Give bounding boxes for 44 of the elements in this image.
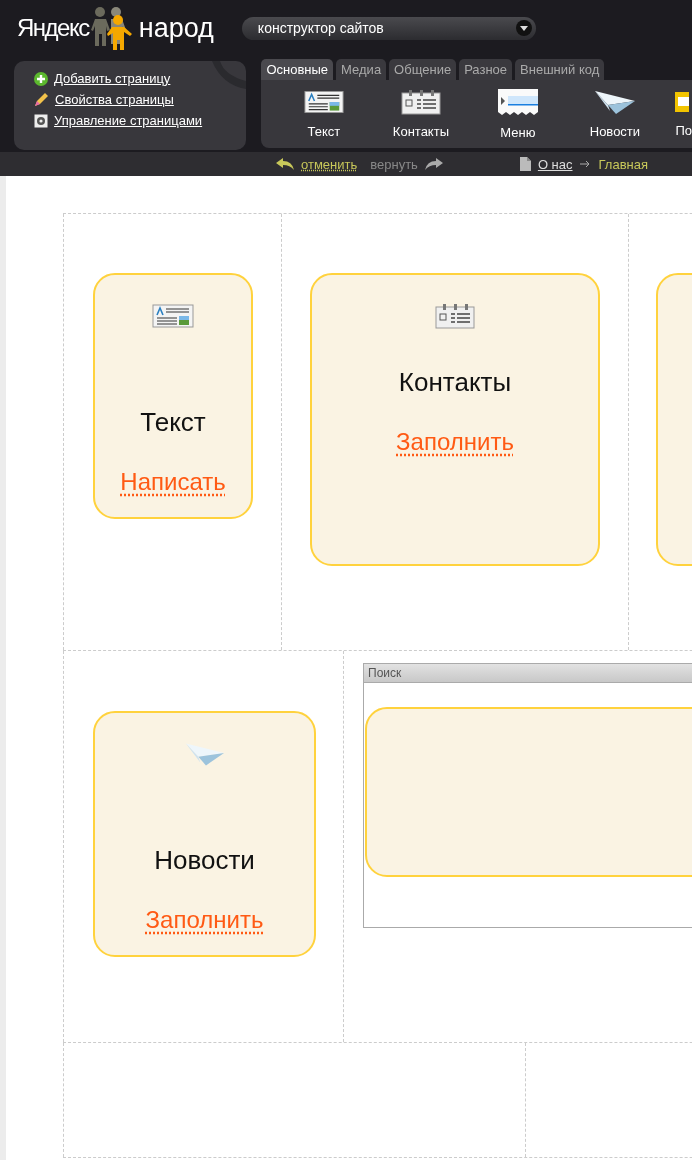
category-tab[interactable]: Медиа (336, 59, 387, 80)
widget-title: Новости (154, 845, 255, 876)
target-page-link[interactable]: Главная (598, 156, 648, 172)
panel-title: Поиск (364, 664, 692, 683)
undo-icon (276, 158, 294, 170)
add-icon (34, 71, 48, 86)
text-document-icon (303, 89, 344, 115)
pencil-icon (34, 92, 49, 107)
page-fold-corner (212, 61, 247, 89)
gear-icon (34, 113, 48, 128)
redo-link[interactable]: вернуть (370, 156, 418, 172)
menu-tab-icon (496, 88, 539, 116)
page-action-link[interactable]: Свойства страницы (55, 92, 174, 107)
widget-tool[interactable]: Контакты (372, 89, 470, 139)
document-icon (519, 157, 531, 171)
widget-tool[interactable]: Меню (469, 88, 567, 140)
redo-icon (424, 158, 443, 170)
page-action-link[interactable]: Управление страницами (54, 113, 203, 128)
widget-tool[interactable]: Текст (275, 89, 373, 139)
widget-card[interactable]: Контакты Заполнить (310, 273, 600, 566)
logo-text: народ (138, 12, 214, 44)
widget-tool[interactable]: По (675, 90, 692, 138)
widget-title: Контакты (398, 367, 512, 398)
text-document-icon (152, 303, 194, 329)
category-tab[interactable]: Внешний код (515, 59, 605, 80)
widget-card[interactable]: Текст Написать (93, 273, 253, 519)
logo-text: Яндекс (17, 14, 89, 42)
page-link[interactable]: О нас (537, 156, 573, 172)
list-card-icon (400, 89, 441, 115)
category-tab[interactable]: Основные (261, 59, 334, 80)
widget-card[interactable]: Новости Заполнить (93, 711, 316, 957)
paper-plane-icon (184, 741, 225, 767)
list-card-icon (435, 303, 475, 329)
arrow-right-icon (579, 160, 592, 168)
widget-card[interactable] (365, 707, 692, 877)
page-action-link[interactable]: Добавить страницу (54, 71, 171, 86)
mode-dropdown[interactable]: конструктор сайтов (241, 16, 536, 40)
paper-plane-icon (593, 89, 636, 115)
undo-link[interactable]: отменить (301, 156, 358, 172)
widget-tool[interactable]: Новости (566, 89, 664, 139)
widget-title: Текст (140, 407, 206, 438)
category-tab[interactable]: Разное (459, 59, 513, 80)
category-tab[interactable]: Общение (389, 59, 457, 80)
sign-board-icon (675, 90, 690, 114)
